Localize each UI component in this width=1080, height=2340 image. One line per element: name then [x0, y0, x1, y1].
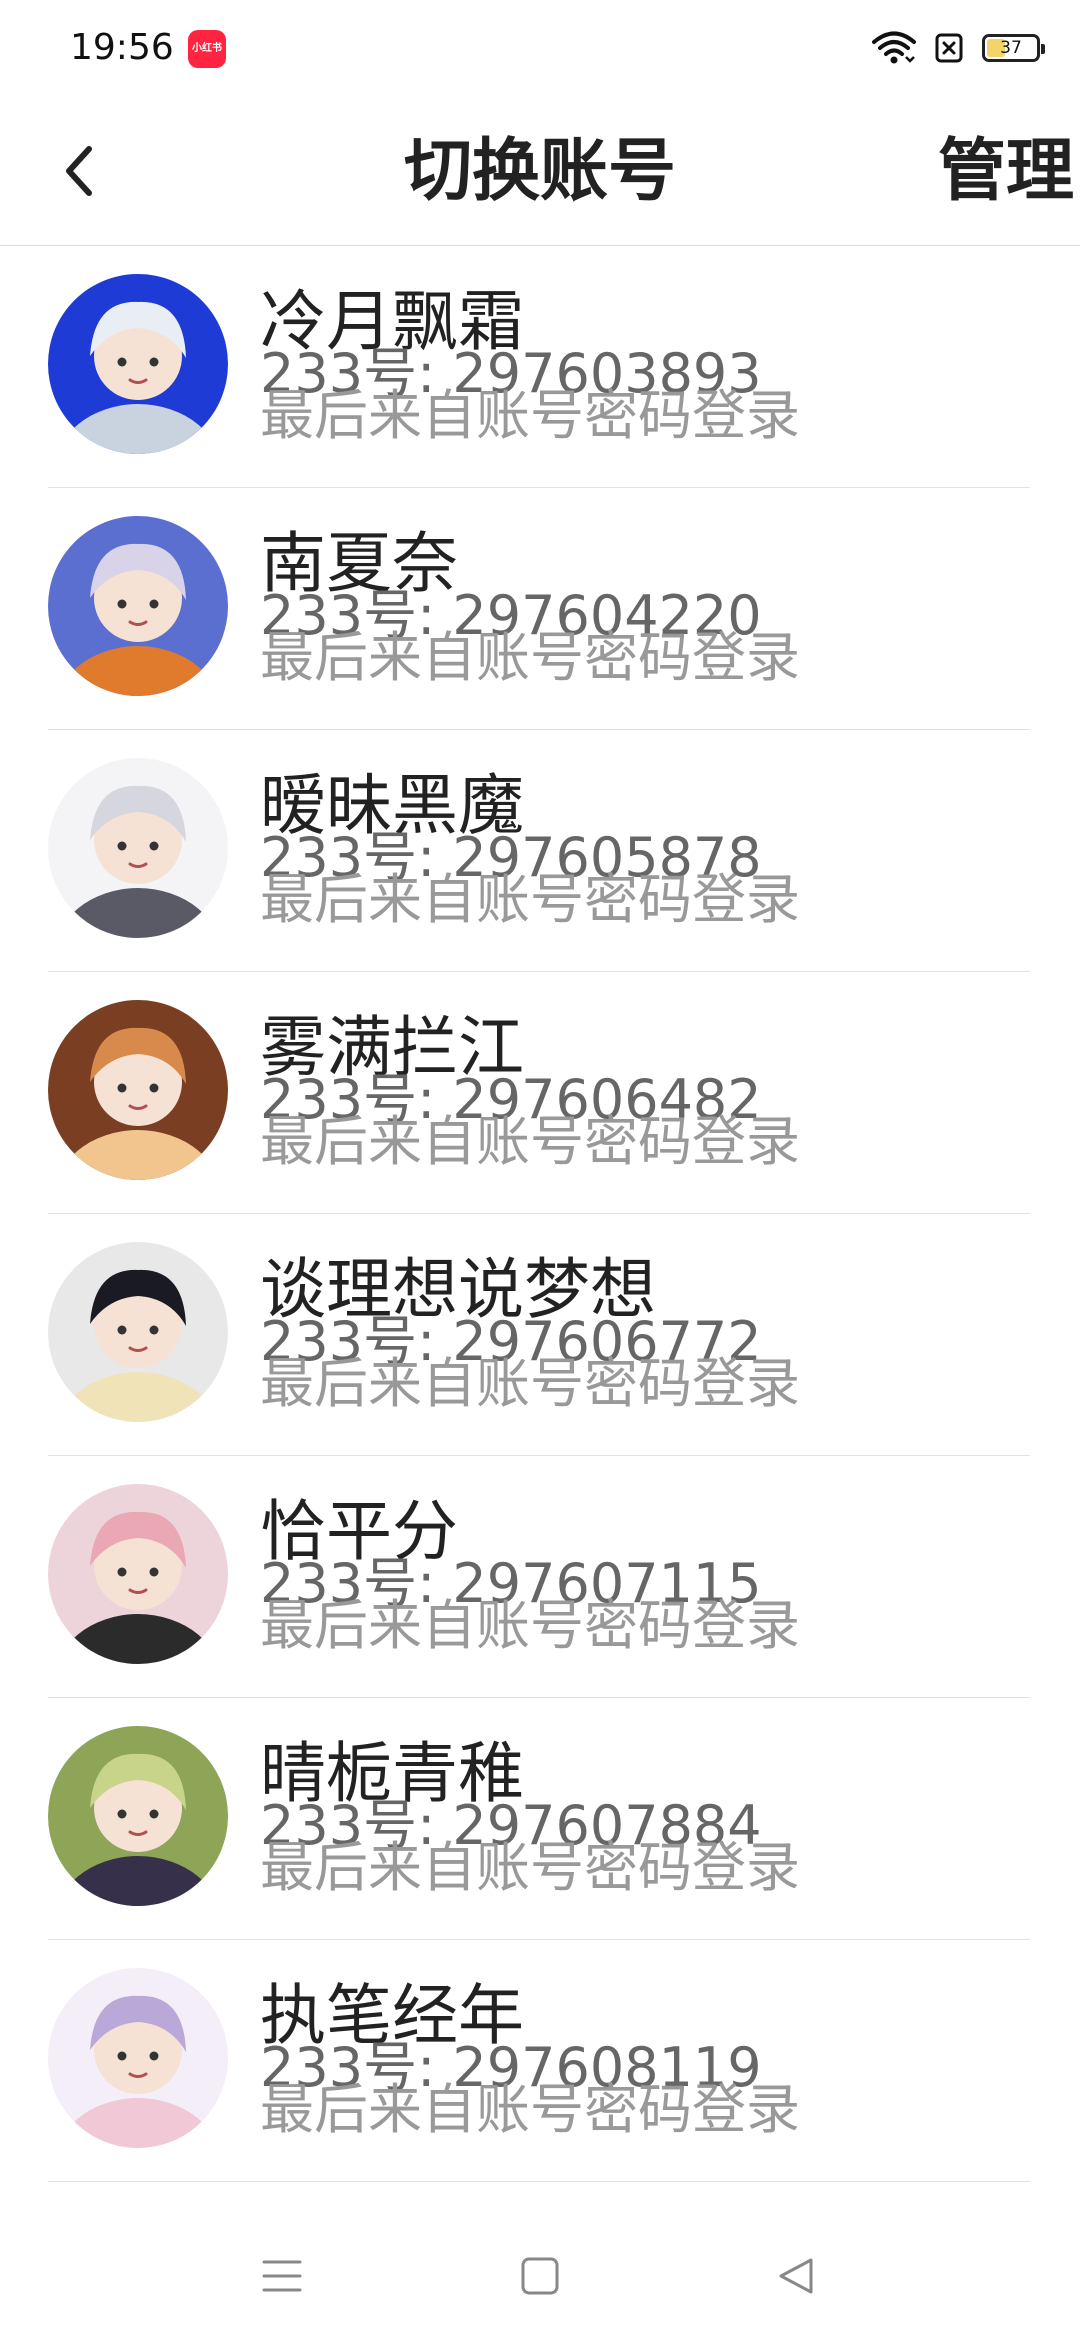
- square-home-icon: [521, 2257, 559, 2295]
- account-row[interactable]: 冷月飘霜 233号: 297603893 最后来自账号密码登录: [0, 246, 1080, 488]
- account-login-method: 最后来自账号密码登录: [260, 2078, 800, 2141]
- manage-button[interactable]: 管理: [938, 130, 1074, 214]
- triangle-back-icon: [779, 2258, 813, 2294]
- status-time: 19:56: [70, 27, 174, 68]
- battery-percentage: 37: [1000, 38, 1022, 58]
- status-bar: 19:56 小红书 37: [0, 0, 1080, 96]
- account-row[interactable]: 晴栀青稚 233号: 297607884 最后来自账号密码登录: [0, 1698, 1080, 1940]
- menu-icon: [262, 2260, 302, 2292]
- account-login-method: 最后来自账号密码登录: [260, 1110, 800, 1173]
- system-back-button[interactable]: [756, 2236, 836, 2316]
- battery-icon: 37: [982, 34, 1045, 62]
- avatar: [48, 1726, 228, 1906]
- avatar: [48, 1000, 228, 1180]
- home-button[interactable]: [500, 2236, 580, 2316]
- switch-account-screen: 19:56 小红书 37 切换账号 管理 冷月飘霜 233号: 29760389…: [0, 0, 1080, 2340]
- recent-apps-button[interactable]: [242, 2236, 322, 2316]
- avatar: [48, 274, 228, 454]
- account-row[interactable]: 暧昧黑魔 233号: 297605878 最后来自账号密码登录: [0, 730, 1080, 972]
- account-login-method: 最后来自账号密码登录: [260, 384, 800, 447]
- no-sim-icon: [934, 32, 964, 64]
- wifi-icon: [872, 31, 916, 65]
- account-row[interactable]: 谈理想说梦想 233号: 297606772 最后来自账号密码登录: [0, 1214, 1080, 1456]
- avatar: [48, 1968, 228, 2148]
- account-login-method: 最后来自账号密码登录: [260, 1836, 800, 1899]
- back-button[interactable]: [44, 136, 114, 206]
- page-title: 切换账号: [403, 132, 676, 211]
- system-nav-bar: [0, 2210, 1080, 2340]
- chevron-left-icon: [66, 146, 92, 196]
- status-icons: 37: [872, 26, 1045, 70]
- account-row[interactable]: 南夏奈 233号: 297604220 最后来自账号密码登录: [0, 488, 1080, 730]
- avatar: [48, 758, 228, 938]
- avatar: [48, 1242, 228, 1422]
- account-login-method: 最后来自账号密码登录: [260, 868, 800, 931]
- account-row[interactable]: 恰平分 233号: 297607115 最后来自账号密码登录: [0, 1456, 1080, 1698]
- account-row[interactable]: 雾满拦江 233号: 297606482 最后来自账号密码登录: [0, 972, 1080, 1214]
- app-notification-icon: 小红书: [188, 30, 226, 68]
- account-login-method: 最后来自账号密码登录: [260, 626, 800, 689]
- account-list: 冷月飘霜 233号: 297603893 最后来自账号密码登录 南夏奈 233号: 29…: [0, 246, 1080, 2182]
- account-login-method: 最后来自账号密码登录: [260, 1594, 800, 1657]
- account-row[interactable]: 执笔经年 233号: 297608119 最后来自账号密码登录: [0, 1940, 1080, 2182]
- avatar: [48, 1484, 228, 1664]
- avatar: [48, 516, 228, 696]
- account-login-method: 最后来自账号密码登录: [260, 1352, 800, 1415]
- header-bar: 切换账号 管理: [0, 96, 1080, 246]
